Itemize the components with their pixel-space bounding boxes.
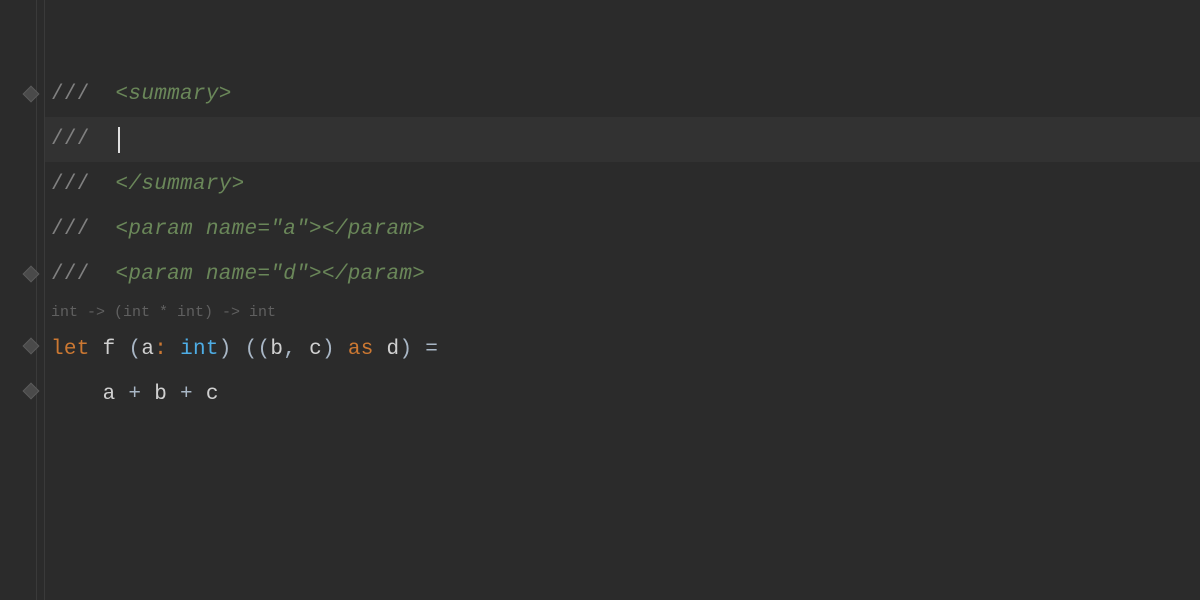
keyword-as: as bbox=[348, 338, 374, 361]
paren: ) bbox=[399, 338, 425, 361]
doc-comment-slash: /// bbox=[51, 263, 116, 286]
paren: ) bbox=[219, 338, 245, 361]
doc-comment-slash: /// bbox=[51, 173, 116, 196]
type-hint: int -> (int * int) -> int bbox=[51, 304, 276, 321]
inlay-hint-line: int -> (int * int) -> int bbox=[45, 297, 1200, 327]
gutter bbox=[0, 0, 45, 600]
param-d: d bbox=[374, 338, 400, 361]
ident-b: b bbox=[154, 383, 167, 406]
param-c: c bbox=[309, 338, 322, 361]
paren: ) bbox=[322, 338, 348, 361]
equals: = bbox=[425, 338, 438, 361]
code-area[interactable]: /// <summary> /// /// </summary> /// <pa… bbox=[45, 0, 1200, 600]
plus-op: + bbox=[116, 383, 155, 406]
code-line[interactable]: /// <param name="a"></param> bbox=[45, 207, 1200, 252]
doc-tag-summary-close: </summary> bbox=[116, 173, 245, 196]
keyword-let: let bbox=[51, 338, 90, 361]
paren: (( bbox=[245, 338, 271, 361]
doc-tag-summary-open: <summary> bbox=[116, 83, 232, 106]
type-int: int bbox=[180, 338, 219, 361]
function-name: f bbox=[90, 338, 129, 361]
colon: : bbox=[154, 338, 180, 361]
code-line[interactable]: /// <summary> bbox=[45, 72, 1200, 117]
indent bbox=[51, 383, 103, 406]
code-line[interactable]: /// <param name="d"></param> bbox=[45, 252, 1200, 297]
doc-comment-slash: /// bbox=[51, 83, 116, 106]
doc-comment-slash: /// bbox=[51, 128, 116, 151]
code-line[interactable]: a + b + c bbox=[45, 372, 1200, 417]
code-line[interactable]: /// </summary> bbox=[45, 162, 1200, 207]
paren: ( bbox=[128, 338, 141, 361]
param-a: a bbox=[141, 338, 154, 361]
param-b: b bbox=[270, 338, 283, 361]
ident-c: c bbox=[206, 383, 219, 406]
ident-a: a bbox=[103, 383, 116, 406]
code-line[interactable]: let f (a: int) ((b, c) as d) = bbox=[45, 327, 1200, 372]
code-editor[interactable]: /// <summary> /// /// </summary> /// <pa… bbox=[0, 0, 1200, 600]
doc-tag-param: <param name="d"></param> bbox=[116, 263, 426, 286]
doc-comment-slash: /// bbox=[51, 218, 116, 241]
text-cursor bbox=[118, 127, 120, 153]
plus-op: + bbox=[167, 383, 206, 406]
comma: , bbox=[283, 338, 309, 361]
code-line-active[interactable]: /// bbox=[45, 117, 1200, 162]
doc-tag-param: <param name="a"></param> bbox=[116, 218, 426, 241]
